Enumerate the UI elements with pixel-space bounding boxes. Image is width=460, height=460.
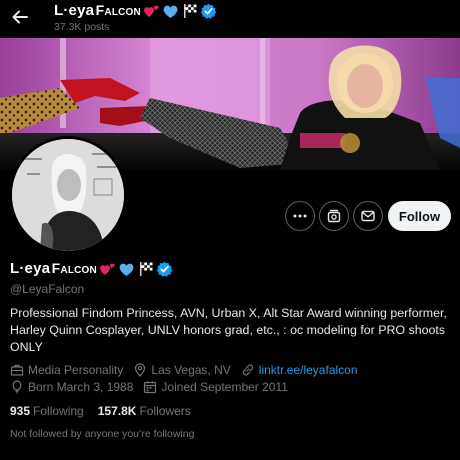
profile-name: L·eya Falcon — [10, 260, 173, 277]
avatar-image — [12, 139, 124, 251]
following-link[interactable]: 935 Following — [10, 404, 84, 418]
profile-meta-row-1: Media Personality Las Vegas, NV linktr.e… — [10, 363, 368, 377]
profile-joined: Joined September 2011 — [143, 380, 288, 394]
location-pin-icon — [135, 363, 146, 377]
followed-by-text: Not followed by anyone you’re following — [10, 428, 195, 440]
arrow-left-icon — [12, 10, 28, 24]
more-button[interactable] — [285, 201, 315, 231]
profile-handle: @LeyaFalcon — [10, 282, 85, 296]
profile-joined-text: Joined September 2011 — [161, 380, 288, 394]
follow-button[interactable]: Follow — [388, 201, 451, 231]
profile-birthday: Born March 3, 1988 — [10, 380, 133, 394]
followers-link[interactable]: 157.8K Followers — [98, 404, 191, 418]
following-label: Following — [33, 404, 84, 418]
message-button[interactable] — [353, 201, 383, 231]
link-icon — [242, 364, 253, 376]
checkered-flag-icon — [183, 3, 197, 18]
blue-heart-icon — [119, 263, 134, 276]
following-count: 935 — [10, 404, 31, 418]
profile-category-text: Media Personality — [28, 363, 124, 377]
followers-label: Followers — [139, 404, 191, 418]
verified-badge-icon[interactable] — [156, 261, 173, 277]
header-name-caps: Falcon — [95, 2, 141, 18]
more-icon — [293, 214, 307, 218]
header-name-text: L·eya — [54, 2, 95, 19]
top-bar: L·eya Falcon 37.3K posts — [0, 0, 460, 38]
subscribe-button[interactable] — [319, 201, 349, 231]
profile-bio: Professional Findom Princess, AVN, Urban… — [10, 306, 447, 354]
checkered-flag-icon — [139, 261, 153, 276]
profile-location: Las Vegas, NV — [133, 363, 231, 377]
profile-website-link[interactable]: linktr.ee/leyafalcon — [259, 363, 358, 377]
briefcase-icon — [10, 364, 24, 376]
calendar-icon — [144, 381, 157, 394]
balloon-icon — [12, 380, 22, 394]
followers-count: 157.8K — [97, 404, 137, 418]
blue-heart-icon — [163, 5, 178, 18]
profile-name-text: L·eya — [10, 260, 51, 277]
profile-category: Media Personality — [10, 363, 123, 377]
profile-stats: 935 Following 157.8K Followers — [10, 404, 205, 418]
header-name: L·eya Falcon — [54, 2, 217, 19]
back-button[interactable] — [10, 7, 30, 27]
subscribe-icon — [327, 209, 341, 223]
profile-location-text: Las Vegas, NV — [151, 363, 231, 377]
profile-name-caps: Falcon — [51, 260, 97, 276]
two-hearts-icon — [99, 263, 115, 275]
profile-birthday-text: Born March 3, 1988 — [28, 380, 134, 394]
post-count: 37.3K posts — [54, 21, 110, 33]
message-icon — [361, 210, 375, 222]
profile-meta-row-2: Born March 3, 1988 Joined September 2011 — [10, 380, 298, 394]
verified-badge-icon — [200, 3, 217, 19]
two-hearts-icon — [143, 5, 159, 17]
profile-avatar[interactable] — [9, 136, 127, 254]
profile-website[interactable]: linktr.ee/leyafalcon — [241, 363, 358, 377]
